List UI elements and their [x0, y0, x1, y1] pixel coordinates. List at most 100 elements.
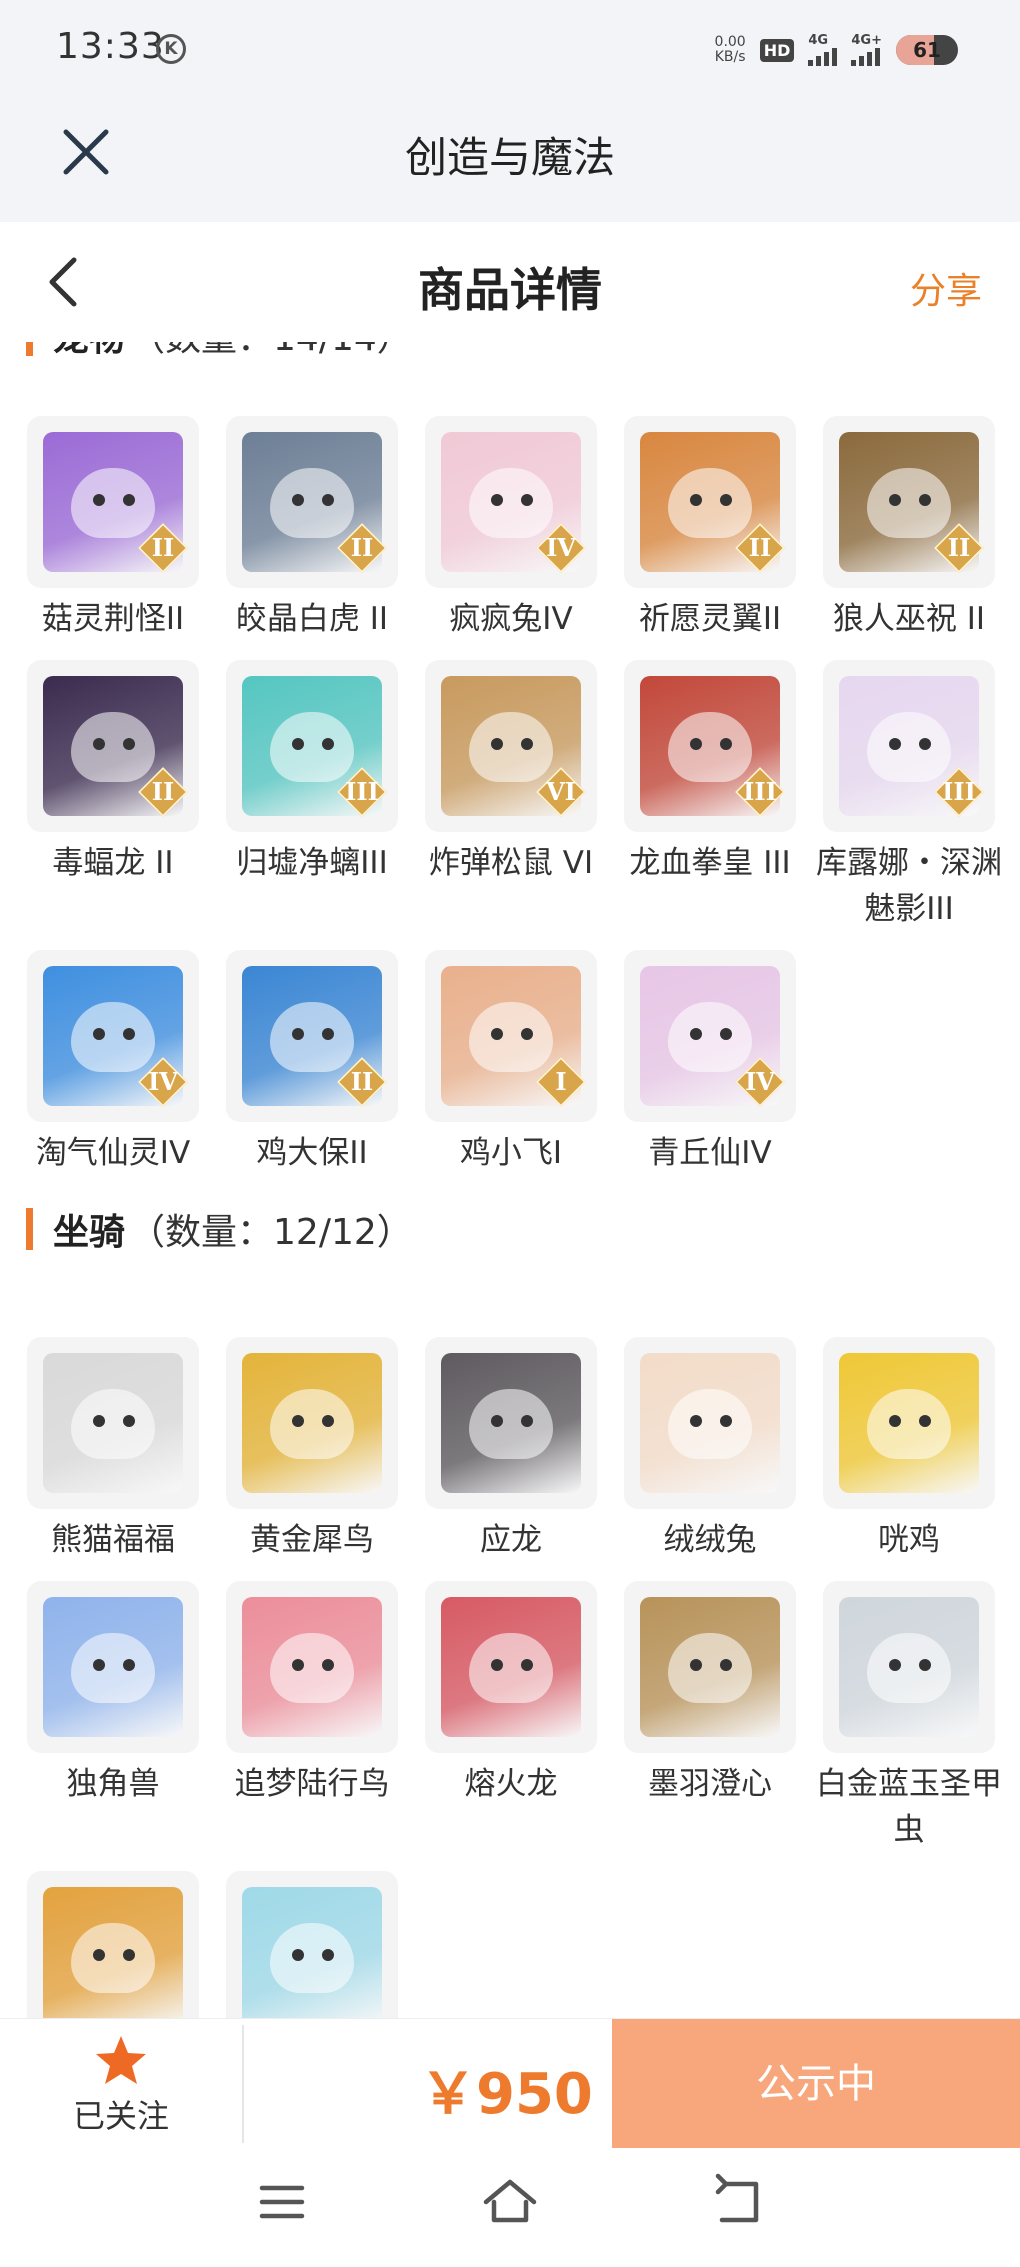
- grid-item[interactable]: 墨羽澄心: [624, 1581, 796, 1853]
- item-image-highlight: [71, 1389, 155, 1459]
- grid-item[interactable]: VI 炸弹松鼠 VI: [425, 660, 597, 932]
- item-label: 归墟净螭III: [236, 845, 388, 881]
- grid-item[interactable]: II 毒蝠龙 II: [27, 660, 199, 932]
- item-thumbnail: [27, 1871, 199, 2018]
- grid-item[interactable]: II 鸡大保II: [226, 950, 398, 1176]
- item-thumbnail: II: [226, 416, 398, 588]
- item-thumbnail: [425, 1581, 597, 1753]
- grid-item[interactable]: 追梦陆行鸟: [226, 1581, 398, 1853]
- item-image-highlight: [469, 1389, 553, 1459]
- grid-item[interactable]: IV 疯疯兔IV: [425, 416, 597, 642]
- menu-icon[interactable]: [252, 2172, 312, 2232]
- grid-item[interactable]: [226, 1871, 398, 2018]
- item-image-eye: [292, 1028, 304, 1040]
- page-title: 商品详情: [418, 263, 602, 317]
- app-title: 创造与魔法: [404, 133, 615, 182]
- signal-2-icon: 4G+: [851, 34, 882, 66]
- network-speed-value: 0.00: [714, 34, 746, 50]
- grid-item[interactable]: 咣鸡: [823, 1337, 995, 1563]
- item-thumbnail: IV: [624, 950, 796, 1122]
- item-image-eye: [690, 1659, 702, 1671]
- grid-item[interactable]: III 龙血拳皇 III: [624, 660, 796, 932]
- rank-badge: III: [337, 767, 387, 817]
- item-image-eye: [521, 494, 533, 506]
- grid-item[interactable]: 熔火龙: [425, 1581, 597, 1853]
- mounts-grid: 熊猫福福 黄金犀鸟 应龙 绒绒兔 咣鸡独角兽 追梦陆行鸟 熔火龙 墨羽澄心 白金蓝玉圣甲虫: [27, 1337, 1002, 2018]
- grid-item[interactable]: I 鸡小飞I: [425, 950, 597, 1176]
- rank-badge: IV: [536, 523, 586, 573]
- item-label: 龙血拳皇 III: [629, 845, 791, 881]
- share-button[interactable]: 分享: [910, 262, 982, 314]
- status-time: 13:33: [56, 26, 165, 67]
- item-image-eye: [93, 1659, 105, 1671]
- rank-badge: II: [337, 523, 387, 573]
- rank-badge: II: [138, 523, 188, 573]
- item-image-eye: [491, 1415, 503, 1427]
- item-thumbnail: II: [823, 416, 995, 588]
- product-detail-content[interactable]: 宠物 （数量：14/14） II菇灵荆怪IIII皎晶白虎 IIIV疯疯兔IVII…: [0, 342, 1020, 2018]
- rank-text: II: [947, 533, 971, 562]
- item-image-highlight: [270, 1923, 354, 1993]
- item-image-eye: [919, 1659, 931, 1671]
- item-image-highlight: [71, 1923, 155, 1993]
- grid-item[interactable]: IV 淘气仙灵IV: [27, 950, 199, 1176]
- item-label: 熊猫福福: [51, 1522, 175, 1558]
- item-image-eye: [123, 1949, 135, 1961]
- grid-item[interactable]: 独角兽: [27, 1581, 199, 1853]
- item-image-highlight: [270, 1633, 354, 1703]
- item-image-eye: [292, 1949, 304, 1961]
- rank-text: II: [151, 777, 175, 806]
- item-thumbnail: I: [425, 950, 597, 1122]
- item-label: 毒蝠龙 II: [52, 845, 174, 881]
- item-image-eye: [889, 1659, 901, 1671]
- rank-badge: II: [337, 1057, 387, 1107]
- item-label: 祈愿灵翼II: [638, 601, 782, 637]
- item-image-eye: [93, 494, 105, 506]
- rank-text: IV: [745, 1067, 775, 1096]
- rank-badge: IV: [735, 1057, 785, 1107]
- grid-item[interactable]: 黄金犀鸟: [226, 1337, 398, 1563]
- item-image-eye: [123, 738, 135, 750]
- rank-badge: III: [934, 767, 984, 817]
- grid-item[interactable]: IV 青丘仙IV: [624, 950, 796, 1176]
- section-accent-bar: [26, 342, 33, 356]
- item-image-eye: [123, 1028, 135, 1040]
- grid-item[interactable]: 绒绒兔: [624, 1337, 796, 1563]
- item-image-eye: [521, 1659, 533, 1671]
- rank-badge: II: [934, 523, 984, 573]
- item-image-eye: [889, 738, 901, 750]
- follow-button[interactable]: 已关注: [0, 2019, 242, 2149]
- grid-item[interactable]: 应龙: [425, 1337, 597, 1563]
- item-label: 炸弹松鼠 VI: [428, 845, 594, 881]
- item-image-eye: [123, 1415, 135, 1427]
- item-image-eye: [720, 1415, 732, 1427]
- grid-item[interactable]: II 祈愿灵翼II: [624, 416, 796, 642]
- grid-item[interactable]: [27, 1871, 199, 2018]
- item-thumbnail: IV: [27, 950, 199, 1122]
- rank-text: III: [743, 777, 777, 806]
- status-button[interactable]: 公示中: [612, 2019, 1020, 2149]
- item-thumbnail: VI: [425, 660, 597, 832]
- grid-item[interactable]: III 库露娜・深渊魅影III: [816, 660, 1002, 932]
- item-image-eye: [322, 1028, 334, 1040]
- item-image-eye: [322, 1415, 334, 1427]
- grid-item[interactable]: 白金蓝玉圣甲虫: [816, 1581, 1002, 1853]
- item-label: 青丘仙IV: [648, 1135, 772, 1171]
- grid-item[interactable]: 熊猫福福: [27, 1337, 199, 1563]
- item-thumbnail: [823, 1337, 995, 1509]
- battery-icon: 61: [896, 35, 958, 65]
- grid-item[interactable]: II 皎晶白虎 II: [226, 416, 398, 642]
- section-name: 宠物: [53, 342, 125, 361]
- item-thumbnail: IV: [425, 416, 597, 588]
- price: ￥950: [420, 2062, 593, 2127]
- grid-item[interactable]: III 归墟净螭III: [226, 660, 398, 932]
- grid-item[interactable]: II 狼人巫祝 II: [823, 416, 995, 642]
- item-image-eye: [889, 1415, 901, 1427]
- grid-item[interactable]: II 菇灵荆怪II: [27, 416, 199, 642]
- item-thumbnail: II: [624, 416, 796, 588]
- battery-percent: 61: [913, 38, 941, 62]
- back-icon[interactable]: [708, 2172, 768, 2232]
- home-icon[interactable]: [480, 2172, 540, 2232]
- item-image-eye: [690, 1415, 702, 1427]
- item-thumbnail: [624, 1337, 796, 1509]
